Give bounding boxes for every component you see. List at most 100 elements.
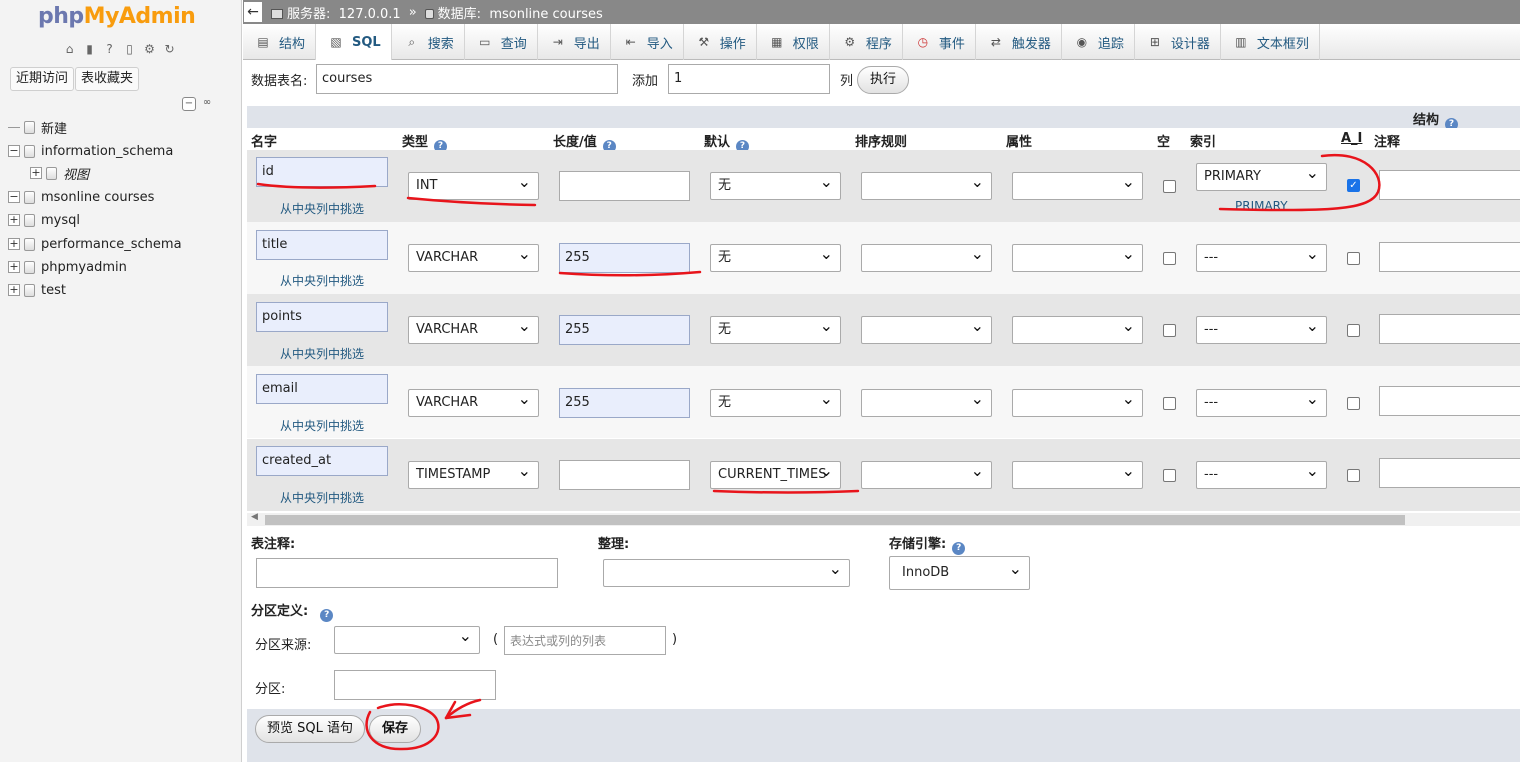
null-checkbox[interactable] (1163, 252, 1176, 265)
type-select[interactable]: VARCHAR (408, 244, 539, 272)
phpmyadmin-logo[interactable]: phpMyAdmin (38, 4, 196, 29)
tab-tracking[interactable]: ◉ 追踪 (1062, 24, 1135, 60)
index-select[interactable]: --- (1196, 461, 1327, 489)
scroll-left-arrow-icon[interactable]: ◀ (251, 512, 258, 522)
default-select[interactable]: 无 (710, 389, 841, 417)
tab-triggers[interactable]: ⇄ 触发器 (976, 24, 1062, 60)
type-select[interactable]: INT (408, 172, 539, 200)
table-comment-input[interactable] (256, 558, 558, 588)
tab-export[interactable]: ⇥ 导出 (538, 24, 611, 60)
index-select[interactable]: --- (1196, 389, 1327, 417)
attribute-select[interactable] (1012, 316, 1143, 344)
collation-select[interactable] (861, 389, 992, 417)
collation-select[interactable] (861, 172, 992, 200)
attribute-select[interactable] (1012, 389, 1143, 417)
tree-item-views[interactable]: + 视图 (30, 163, 89, 183)
tree-item-phpmyadmin[interactable]: + phpmyadmin (8, 257, 127, 277)
scrollbar-thumb[interactable] (265, 515, 1405, 525)
field-name-input[interactable]: created_at (256, 446, 388, 476)
default-select[interactable]: 无 (710, 172, 841, 200)
pick-central-column-link[interactable]: 从中央列中挑选 (280, 417, 364, 434)
index-select[interactable]: PRIMARY (1196, 163, 1327, 191)
tab-operations[interactable]: ⚒ 操作 (684, 24, 757, 60)
auto-increment-checkbox[interactable] (1347, 324, 1360, 337)
save-button[interactable]: 保存 (369, 715, 421, 743)
favorites-button[interactable]: 表收藏夹 (75, 67, 140, 91)
preview-sql-button[interactable]: 预览 SQL 语句 (255, 715, 365, 743)
breadcrumb-database[interactable]: 数据库: msonline courses (424, 3, 603, 22)
length-input[interactable]: 255 (559, 315, 690, 345)
tree-item-information-schema[interactable]: − information_schema (8, 141, 173, 161)
help-icon[interactable]: ? (320, 609, 334, 622)
collation-select[interactable] (861, 244, 992, 272)
tab-import[interactable]: ⇤ 导入 (611, 24, 684, 60)
link-icon[interactable]: ∞ (200, 97, 214, 111)
type-select[interactable]: VARCHAR (408, 316, 539, 344)
breadcrumb-server[interactable]: 服务器: 127.0.0.1 (271, 3, 401, 22)
field-name-input[interactable]: email (256, 374, 388, 404)
execute-button[interactable]: 执行 (857, 66, 909, 94)
collapse-all-icon[interactable]: − (182, 97, 196, 111)
tab-search[interactable]: ⌕ 搜索 (392, 24, 465, 60)
auto-increment-checkbox[interactable] (1347, 252, 1360, 265)
field-name-input[interactable]: points (256, 302, 388, 332)
home-icon[interactable]: ⌂ (61, 41, 78, 58)
attribute-select[interactable] (1012, 244, 1143, 272)
storage-engine-select[interactable]: InnoDB (889, 556, 1030, 590)
default-select[interactable]: 无 (710, 316, 841, 344)
length-input[interactable] (559, 171, 690, 201)
null-checkbox[interactable] (1163, 397, 1176, 410)
null-checkbox[interactable] (1163, 324, 1176, 337)
tab-central-columns[interactable]: ▥ 文本框列 (1221, 24, 1320, 60)
expand-icon[interactable]: + (8, 284, 20, 296)
index-primary-link[interactable]: PRIMARY (1235, 199, 1288, 213)
collapse-icon[interactable]: − (8, 191, 20, 203)
auto-increment-checkbox[interactable] (1347, 397, 1360, 410)
add-count-input[interactable]: 1 (668, 64, 830, 94)
tree-item-new[interactable]: 新建 (8, 117, 67, 137)
comment-input[interactable] (1379, 314, 1520, 344)
index-select[interactable]: --- (1196, 244, 1327, 272)
field-name-input[interactable]: title (256, 230, 388, 260)
tree-item-performance-schema[interactable]: + performance_schema (8, 234, 182, 254)
attribute-select[interactable] (1012, 172, 1143, 200)
expand-icon[interactable]: + (8, 238, 20, 250)
tab-query[interactable]: ▭ 查询 (465, 24, 538, 60)
tab-privileges[interactable]: ▦ 权限 (757, 24, 830, 60)
length-input[interactable]: 255 (559, 388, 690, 418)
pick-central-column-link[interactable]: 从中央列中挑选 (280, 489, 364, 506)
tab-routines[interactable]: ⚙ 程序 (830, 24, 903, 60)
pick-central-column-link[interactable]: 从中央列中挑选 (280, 345, 364, 362)
expand-icon[interactable]: + (8, 261, 20, 273)
comment-input[interactable] (1379, 170, 1520, 200)
tab-designer[interactable]: ⊞ 设计器 (1135, 24, 1221, 60)
docs-icon[interactable]: ▯ (121, 41, 138, 58)
help-icon[interactable]: ? (952, 542, 966, 555)
type-select[interactable]: TIMESTAMP (408, 461, 539, 489)
default-select[interactable]: CURRENT_TIMES (710, 461, 841, 489)
index-select[interactable]: --- (1196, 316, 1327, 344)
collation-select[interactable] (861, 316, 992, 344)
null-checkbox[interactable] (1163, 180, 1176, 193)
expand-icon[interactable]: + (30, 167, 42, 179)
tab-events[interactable]: ◷ 事件 (903, 24, 976, 60)
help-icon[interactable]: ? (101, 41, 118, 58)
comment-input[interactable] (1379, 458, 1520, 488)
pick-central-column-link[interactable]: 从中央列中挑选 (280, 272, 364, 289)
table-name-input[interactable]: courses (316, 64, 618, 94)
comment-input[interactable] (1379, 242, 1520, 272)
tree-item-msonline-courses[interactable]: − msonline courses (8, 187, 154, 207)
settings-icon[interactable]: ⚙ (141, 41, 158, 58)
tree-item-mysql[interactable]: + mysql (8, 210, 80, 230)
collapse-icon[interactable]: − (8, 145, 20, 157)
pick-central-column-link[interactable]: 从中央列中挑选 (280, 200, 364, 217)
recent-button[interactable]: 近期访问 (10, 67, 75, 91)
null-checkbox[interactable] (1163, 469, 1176, 482)
tab-sql[interactable]: ▧ SQL (316, 24, 392, 60)
partitions-input[interactable] (334, 670, 496, 700)
partition-by-select[interactable] (334, 626, 480, 654)
auto-increment-checkbox[interactable]: ✓ (1347, 179, 1360, 192)
collation-select[interactable] (861, 461, 992, 489)
table-collation-select[interactable] (603, 559, 850, 587)
attribute-select[interactable] (1012, 461, 1143, 489)
